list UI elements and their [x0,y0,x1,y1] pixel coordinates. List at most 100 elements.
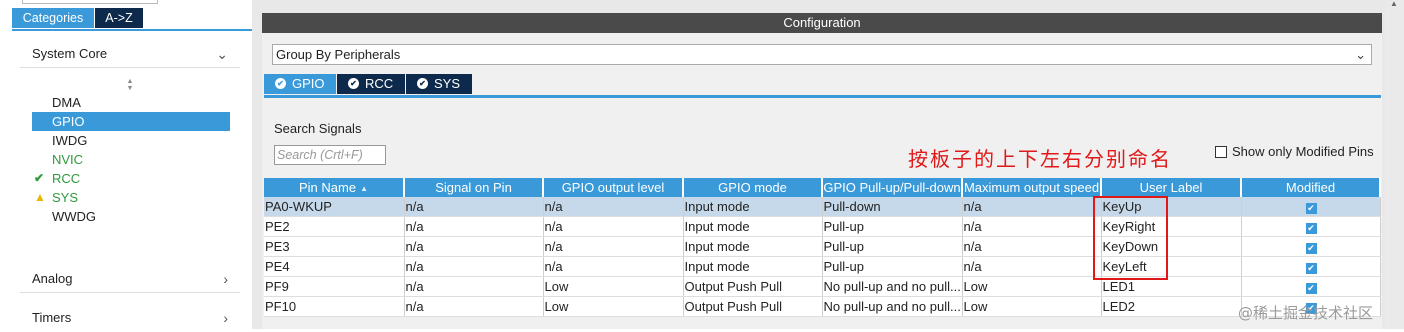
table-cell[interactable]: Pull-up [822,256,963,277]
tab-rcc[interactable]: ✔ RCC [337,74,405,94]
table-cell[interactable]: Input mode [683,256,823,277]
table-cell[interactable]: Pull-up [822,236,963,257]
tree-item-label: WWDG [52,209,97,224]
modified-checkbox-icon[interactable]: ✔ [1305,243,1317,254]
tree-item-label: NVIC [52,152,84,167]
show-modified-checkbox[interactable]: Show only Modified Pins [1215,144,1374,159]
tab-gpio[interactable]: ✔ GPIO [264,74,336,94]
tab-a-to-z[interactable]: A->Z [95,8,143,28]
tree-item-gpio[interactable]: GPIO [32,112,230,131]
table-cell[interactable]: Input mode [683,236,823,257]
table-cell[interactable]: n/a [543,216,684,237]
table-cell[interactable]: n/a [962,236,1102,257]
table-row[interactable]: PA0-WKUP n/a n/a Input mode Pull-down n/a KeyU… [264,197,1381,217]
table-row[interactable]: PF10 n/a Low Output Push Pull No pull-up and… [264,296,1381,317]
tree-item-wwdg[interactable]: WWDG [32,207,230,226]
table-cell[interactable]: Pull-down [822,197,963,217]
table-cell[interactable]: Input mode [683,216,823,237]
group-by-value: Group By Peripherals [276,47,401,62]
table-row[interactable]: PE2 n/a n/a Input mode Pull-up n/a KeyRight ✔ [264,216,1381,237]
annotation-highlight-box [1093,196,1168,280]
table-cell[interactable]: PE4 [264,256,405,277]
table-cell[interactable]: LED2 [1101,296,1242,317]
table-cell[interactable]: ✔ [1241,236,1381,257]
table-cell[interactable]: No pull-up and no pull... [822,276,963,297]
chevron-right-icon: › [223,310,228,326]
modified-checkbox-icon[interactable]: ✔ [1305,223,1317,234]
table-cell[interactable]: n/a [404,216,544,237]
group-by-select[interactable]: Group By Peripherals ⌄ [272,44,1372,65]
table-cell[interactable]: ✔ [1241,216,1381,237]
table-cell[interactable]: n/a [404,256,544,277]
table-cell[interactable]: n/a [404,236,544,257]
column-header-label: Maximum output speed [963,180,1100,195]
search-signals-label: Search Signals [274,121,362,136]
table-cell[interactable]: n/a [962,197,1102,217]
table-cell[interactable]: PF9 [264,276,405,297]
search-input[interactable]: Search (Crtl+F) [274,145,386,165]
sort-arrows-icon[interactable]: ▲ ▼ [124,78,136,92]
table-cell[interactable]: n/a [543,256,684,277]
column-header[interactable]: GPIO mode [683,178,823,197]
tab-label: SYS [434,76,461,91]
tree-item-nvic[interactable]: NVIC [32,150,230,169]
table-row[interactable]: PE3 n/a n/a Input mode Pull-up n/a KeyDown ✔ [264,236,1381,257]
section-timers[interactable]: Timers › [20,304,240,332]
table-cell[interactable]: Output Push Pull [683,276,823,297]
modified-checkbox-icon[interactable]: ✔ [1305,283,1317,294]
scroll-up-icon[interactable]: ▲ [1387,0,1401,8]
table-cell[interactable]: n/a [962,216,1102,237]
section-title: System Core [32,46,108,61]
show-modified-label: Show only Modified Pins [1232,144,1374,159]
column-header[interactable]: User Label [1101,178,1242,197]
column-header-label: Modified [1285,180,1336,195]
table-cell[interactable]: n/a [543,197,684,217]
column-header[interactable]: GPIO output level [543,178,684,197]
table-cell[interactable]: Pull-up [822,216,963,237]
table-cell[interactable]: PA0-WKUP [264,197,405,217]
table-row[interactable]: PF9 n/a Low Output Push Pull No pull-up and … [264,276,1381,297]
search-box-remnant[interactable] [22,0,158,4]
tree-item-dma[interactable]: DMA [32,93,230,112]
tree-item-sys[interactable]: ▲ SYS [32,188,230,207]
column-header[interactable]: GPIO Pull-up/Pull-down [822,178,963,197]
tree-item-iwdg[interactable]: IWDG [32,131,230,150]
table-row[interactable]: PE4 n/a n/a Input mode Pull-up n/a KeyLeft ✔ [264,256,1381,277]
sort-ascending-icon: ▲ [360,184,368,194]
table-cell[interactable]: n/a [404,276,544,297]
table-cell[interactable]: Low [543,276,684,297]
table-cell[interactable]: Output Push Pull [683,296,823,317]
checkbox-icon [1215,145,1227,158]
table-cell[interactable]: ✔ [1241,256,1381,277]
table-cell[interactable]: ✔ [1241,197,1381,217]
table-cell[interactable]: PE2 [264,216,405,237]
table-cell[interactable]: Input mode [683,197,823,217]
section-system-core[interactable]: System Core ⌄ [20,40,240,68]
tab-categories[interactable]: Categories [12,8,94,28]
configuration-title: Configuration [262,13,1382,33]
tree-item-rcc[interactable]: ✔ RCC [32,169,230,188]
column-header[interactable]: Pin Name ▲ [264,178,405,197]
table-cell[interactable]: n/a [543,236,684,257]
table-cell[interactable]: n/a [962,256,1102,277]
modified-checkbox-icon[interactable]: ✔ [1305,203,1317,214]
table-cell[interactable]: PF10 [264,296,405,317]
table-cell[interactable]: Low [543,296,684,317]
section-analog[interactable]: Analog › [20,265,240,293]
column-header[interactable]: Signal on Pin [404,178,544,197]
table-cell[interactable]: Low [962,276,1102,297]
table-cell[interactable]: No pull-up and no pull... [822,296,963,317]
modified-checkbox-icon[interactable]: ✔ [1305,263,1317,274]
tab-sys[interactable]: ✔ SYS [406,74,472,94]
table-cell[interactable]: ✔ [1241,276,1381,297]
table-cell[interactable]: PE3 [264,236,405,257]
annotation-text: 按板子的上下左右分别命名 [908,147,1172,171]
watermark: @稀土掘金技术社区 [1238,304,1374,322]
table-cell[interactable]: n/a [404,296,544,317]
column-header[interactable]: Maximum output speed [962,178,1102,197]
table-cell[interactable]: n/a [404,197,544,217]
table-cell[interactable]: Low [962,296,1102,317]
vertical-scrollbar[interactable] [1385,0,1404,329]
section-title: Timers [32,310,72,325]
column-header[interactable]: Modified [1241,178,1381,197]
